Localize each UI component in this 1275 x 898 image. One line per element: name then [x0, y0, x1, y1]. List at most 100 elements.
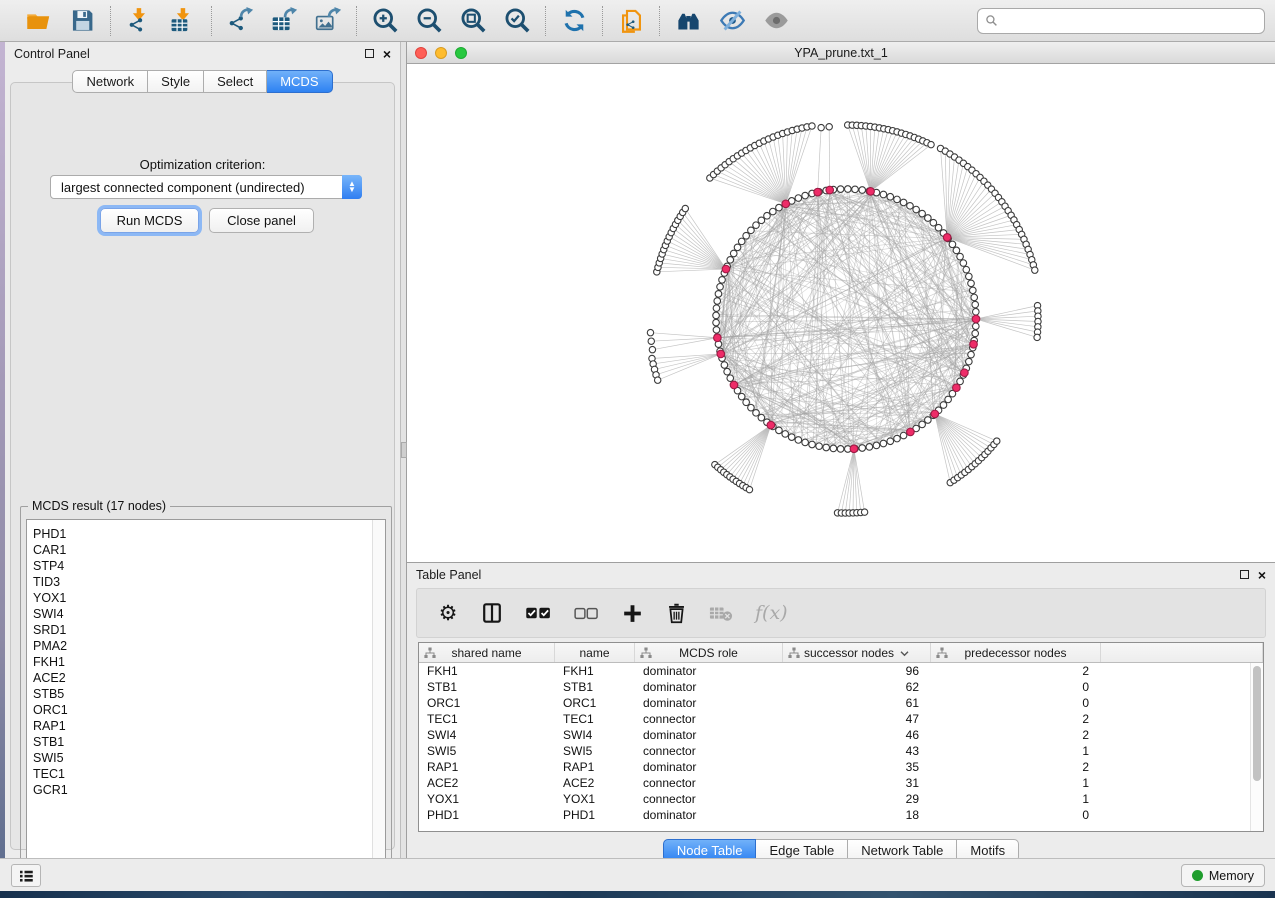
tab-mcds[interactable]: MCDS [267, 70, 332, 93]
cell-shared_name: PHD1 [419, 808, 555, 822]
add-column-icon[interactable] [621, 600, 643, 626]
criterion-dropdown[interactable]: largest connected component (undirected)… [50, 175, 362, 199]
refresh-icon[interactable] [559, 6, 589, 36]
deselect-all-icon[interactable] [574, 600, 599, 626]
mcds-result-item[interactable]: SWI4 [27, 606, 385, 622]
mcds-result-title: MCDS result (17 nodes) [28, 499, 170, 513]
cell-name: TEC1 [555, 712, 635, 726]
mcds-result-item[interactable]: STB1 [27, 734, 385, 750]
close-panel-button[interactable]: Close panel [209, 208, 314, 233]
memory-label: Memory [1209, 869, 1254, 883]
network-canvas[interactable] [407, 64, 1275, 562]
cell-role: connector [635, 776, 783, 790]
cell-predecessors: 0 [931, 680, 1101, 694]
mcds-result-item[interactable]: FKH1 [27, 654, 385, 670]
cell-role: dominator [635, 808, 783, 822]
criterion-dropdown-value: largest connected component (undirected) [51, 180, 342, 195]
show-panels-button[interactable] [11, 864, 41, 887]
open-file-icon[interactable] [23, 6, 53, 36]
mcds-result-item[interactable]: GCR1 [27, 782, 385, 798]
import-table-icon[interactable] [168, 6, 198, 36]
export-table-icon[interactable] [269, 6, 299, 36]
run-mcds-button[interactable]: Run MCDS [100, 208, 199, 233]
zoom-selected-icon[interactable] [502, 6, 532, 36]
save-session-icon[interactable] [67, 6, 97, 36]
close-table-panel-icon[interactable]: × [1258, 568, 1266, 582]
float-panel-icon[interactable] [365, 49, 374, 58]
column-header-filler [1101, 643, 1263, 662]
table-row[interactable]: SWI5SWI5connector431 [419, 743, 1250, 759]
table-row[interactable]: RAP1RAP1dominator352 [419, 759, 1250, 775]
zoom-fit-icon[interactable] [458, 6, 488, 36]
panel-splitter[interactable] [401, 42, 407, 858]
table-row[interactable]: PHD1PHD1dominator180 [419, 807, 1250, 823]
hide-selected-icon[interactable] [717, 6, 747, 36]
network-graph[interactable] [407, 64, 1273, 561]
mcds-result-item[interactable]: PHD1 [27, 526, 385, 542]
network-window-titlebar[interactable]: YPA_prune.txt_1 [407, 42, 1275, 64]
find-icon[interactable] [673, 6, 703, 36]
column-header-role[interactable]: MCDS role [635, 643, 783, 662]
cell-name: ORC1 [555, 696, 635, 710]
shared-column-icon [936, 647, 948, 662]
export-network-icon[interactable] [225, 6, 255, 36]
cell-successors: 31 [783, 776, 931, 790]
mcds-result-item[interactable]: TID3 [27, 574, 385, 590]
cell-role: dominator [635, 696, 783, 710]
table-row[interactable]: FKH1FKH1dominator962 [419, 663, 1250, 679]
table-row[interactable]: ACE2ACE2connector311 [419, 775, 1250, 791]
split-view-icon[interactable] [481, 600, 503, 626]
table-row[interactable]: TEC1TEC1connector472 [419, 711, 1250, 727]
mcds-result-item[interactable]: STP4 [27, 558, 385, 574]
tab-network[interactable]: Network [72, 70, 148, 93]
network-window-title: YPA_prune.txt_1 [407, 46, 1275, 60]
select-all-icon[interactable] [525, 600, 552, 626]
memory-button[interactable]: Memory [1181, 864, 1265, 887]
mcds-result-item[interactable]: ORC1 [27, 702, 385, 718]
mcds-result-item[interactable]: SRD1 [27, 622, 385, 638]
table-row[interactable]: SWI4SWI4dominator462 [419, 727, 1250, 743]
cell-name: FKH1 [555, 664, 635, 678]
table-row[interactable]: STB1STB1dominator620 [419, 679, 1250, 695]
table-row[interactable]: YOX1YOX1connector291 [419, 791, 1250, 807]
mcds-result-item[interactable]: PMA2 [27, 638, 385, 654]
tab-style[interactable]: Style [148, 70, 204, 93]
table-scrollbar[interactable] [1250, 663, 1263, 831]
mcds-result-list[interactable]: PHD1CAR1STP4TID3YOX1SWI4SRD1PMA2FKH1ACE2… [26, 519, 386, 876]
clone-network-icon[interactable] [616, 6, 646, 36]
float-table-panel-icon[interactable] [1240, 570, 1249, 579]
close-panel-icon[interactable]: × [383, 47, 391, 61]
cell-successors: 29 [783, 792, 931, 806]
cell-successors: 61 [783, 696, 931, 710]
column-header-successors[interactable]: successor nodes [783, 643, 931, 662]
splitter-grip[interactable] [401, 442, 407, 458]
column-header-predecessors[interactable]: predecessor nodes [931, 643, 1101, 662]
mcds-result-item[interactable]: SWI5 [27, 750, 385, 766]
search-input[interactable] [1003, 14, 1257, 28]
column-header-name[interactable]: name [555, 643, 635, 662]
memory-status-icon [1192, 870, 1203, 881]
function-builder-icon: f(x) [755, 600, 788, 626]
import-network-icon[interactable] [124, 6, 154, 36]
cell-shared_name: SWI4 [419, 728, 555, 742]
table-scrollbar-thumb[interactable] [1253, 666, 1261, 781]
cell-predecessors: 1 [931, 776, 1101, 790]
mcds-list-scrollbar[interactable] [372, 520, 385, 875]
mcds-result-item[interactable]: YOX1 [27, 590, 385, 606]
mcds-result-item[interactable]: TEC1 [27, 766, 385, 782]
zoom-out-icon[interactable] [414, 6, 444, 36]
mcds-result-item[interactable]: RAP1 [27, 718, 385, 734]
column-header-shared_name[interactable]: shared name [419, 643, 555, 662]
tab-select[interactable]: Select [204, 70, 267, 93]
table-row[interactable]: ORC1ORC1dominator610 [419, 695, 1250, 711]
mcds-result-item[interactable]: ACE2 [27, 670, 385, 686]
gear-icon[interactable]: ⚙ [437, 600, 459, 626]
delete-column-icon[interactable] [665, 600, 687, 626]
cell-predecessors: 2 [931, 728, 1101, 742]
export-image-icon[interactable] [313, 6, 343, 36]
zoom-in-icon[interactable] [370, 6, 400, 36]
mcds-result-item[interactable]: STB5 [27, 686, 385, 702]
search-box[interactable] [977, 8, 1265, 34]
cell-predecessors: 2 [931, 712, 1101, 726]
mcds-result-item[interactable]: CAR1 [27, 542, 385, 558]
